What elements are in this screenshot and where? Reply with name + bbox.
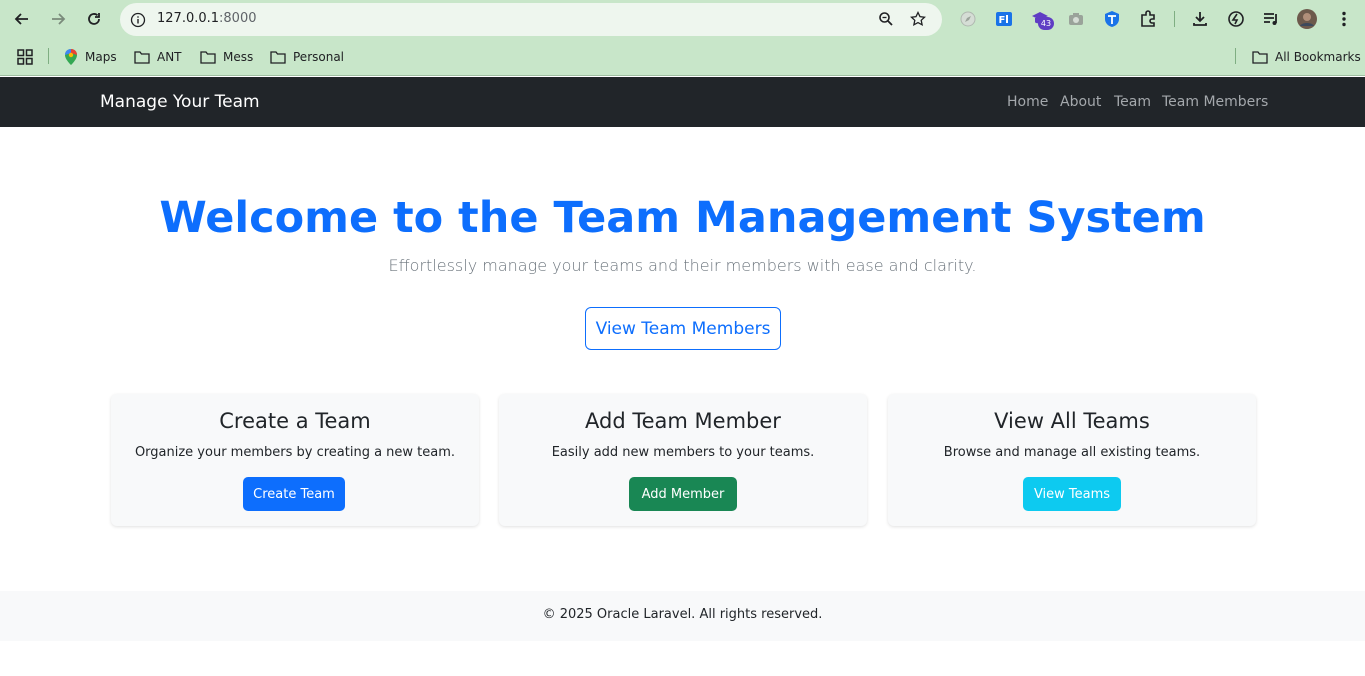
nav-link-home[interactable]: Home	[1007, 94, 1048, 110]
font-extension-icon[interactable]: F	[994, 9, 1014, 29]
card-text: Browse and manage all existing teams.	[943, 445, 1201, 460]
profile-avatar-icon[interactable]	[1297, 9, 1317, 29]
bookmark-label: Personal	[293, 50, 345, 64]
toolbar-separator	[1174, 11, 1175, 27]
nav-link-team[interactable]: Team	[1114, 94, 1151, 110]
bookmark-folder-personal[interactable]: Personal	[270, 47, 344, 67]
media-controls-icon[interactable]	[1261, 9, 1281, 29]
view-teams-card: View All Teams Browse and manage all exi…	[888, 394, 1256, 526]
card-text: Easily add new members to your teams.	[551, 445, 815, 460]
performance-icon[interactable]	[1226, 9, 1246, 29]
hero-title: Welcome to the Team Management System	[159, 193, 1206, 243]
bookmark-folder-mess[interactable]: Mess	[200, 47, 253, 67]
back-button[interactable]	[10, 7, 34, 31]
add-member-button[interactable]: Add Member	[629, 477, 737, 511]
bookmark-label: Mess	[223, 50, 254, 64]
bookmark-label: Maps	[85, 50, 117, 64]
site-info-icon[interactable]	[130, 12, 146, 28]
create-team-card: Create a Team Organize your members by c…	[111, 394, 479, 526]
download-icon[interactable]	[1190, 9, 1210, 29]
bookmark-label: ANT	[157, 50, 182, 64]
apps-grid-icon[interactable]	[17, 47, 40, 67]
view-team-members-button[interactable]: View Team Members	[585, 307, 781, 350]
shield-extension-icon[interactable]	[1102, 9, 1122, 29]
address-bar[interactable]: 127.0.0.1:8000	[120, 3, 942, 36]
forward-arrow-icon	[52, 13, 66, 25]
zoom-icon[interactable]	[878, 11, 894, 27]
navbar-brand[interactable]: Manage Your Team	[100, 92, 260, 112]
bookmark-folder-ant[interactable]: ANT	[134, 47, 182, 67]
svg-text:F: F	[999, 15, 1006, 26]
extension-badge: 43	[1038, 17, 1054, 30]
view-teams-button[interactable]: View Teams	[1023, 477, 1121, 511]
bookmarks-separator	[48, 48, 49, 64]
nav-link-team-members[interactable]: Team Members	[1162, 94, 1268, 110]
folder-icon	[200, 51, 216, 64]
forward-button[interactable]	[46, 7, 70, 31]
url-host: 127.0.0.1	[157, 11, 220, 26]
folder-icon	[270, 51, 286, 64]
folder-icon	[134, 51, 150, 64]
browser-menu-icon[interactable]	[1334, 9, 1354, 29]
reload-button[interactable]	[82, 7, 106, 31]
reload-icon	[88, 13, 100, 25]
bookmark-maps[interactable]: Maps	[64, 47, 117, 67]
footer-copyright: © 2025 Oracle Laravel. All rights reserv…	[542, 607, 823, 622]
compass-extension-icon[interactable]	[958, 9, 978, 29]
folder-icon	[1252, 51, 1268, 64]
card-title: View All Teams	[994, 409, 1150, 433]
nav-link-about[interactable]: About	[1060, 94, 1101, 110]
study-extension-icon[interactable]: 43	[1030, 9, 1054, 30]
add-member-card: Add Team Member Easily add new members t…	[499, 394, 867, 526]
card-text: Organize your members by creating a new …	[134, 445, 456, 460]
all-bookmarks-label: All Bookmarks	[1275, 50, 1361, 64]
maps-pin-icon	[65, 49, 77, 65]
url-port: :8000	[219, 11, 257, 26]
create-team-button[interactable]: Create Team	[243, 477, 345, 511]
back-arrow-icon	[14, 13, 28, 25]
bookmark-star-icon[interactable]	[910, 11, 926, 27]
url-text[interactable]: 127.0.0.1:8000	[157, 11, 257, 26]
bookmarks-separator	[1235, 48, 1236, 64]
extensions-puzzle-icon[interactable]	[1138, 9, 1158, 29]
card-title: Add Team Member	[585, 409, 781, 433]
camera-extension-icon[interactable]	[1066, 9, 1086, 29]
hero-subtitle: Effortlessly manage your teams and their…	[388, 256, 977, 275]
card-title: Create a Team	[219, 409, 371, 433]
all-bookmarks-folder[interactable]: All Bookmarks	[1252, 47, 1361, 67]
